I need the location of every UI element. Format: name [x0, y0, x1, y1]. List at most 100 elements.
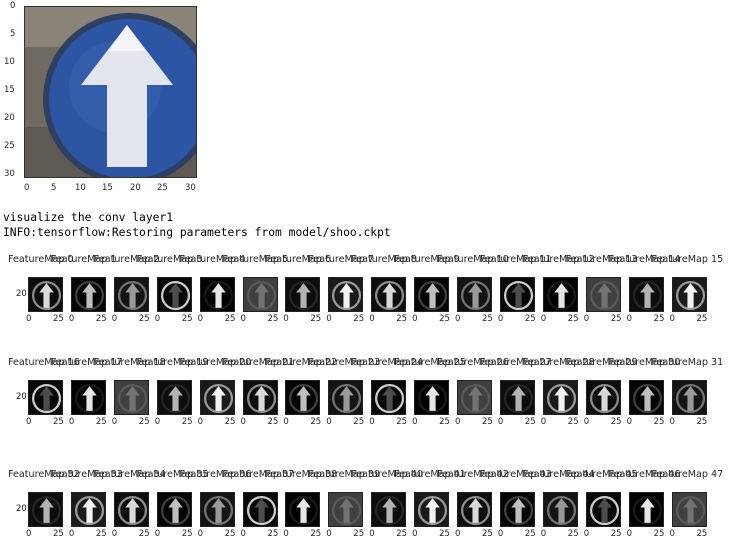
feature-map-activation: [500, 381, 534, 414]
feature-map-activation: [543, 278, 577, 311]
x-tick: 25: [310, 417, 322, 427]
feature-map-activation: [29, 493, 62, 526]
x-tick: 0: [583, 529, 590, 539]
x-tick: 25: [353, 529, 365, 539]
x-tick: 25: [653, 417, 665, 427]
feature-map-image: [285, 492, 321, 527]
feature-map-activation: [372, 381, 406, 414]
x-tick: 25: [267, 417, 279, 427]
feature-map-image: [156, 492, 192, 527]
x-tick: 0: [583, 417, 590, 427]
x-tick: 25: [482, 314, 493, 324]
feature-map-activation: [458, 278, 491, 311]
x-tick: 25: [181, 529, 193, 539]
x-tick: 0: [68, 314, 75, 324]
x-tick: 25: [310, 314, 322, 324]
x-tick: 0: [455, 314, 461, 324]
x-tick: 25: [482, 529, 493, 539]
feature-map-image: [156, 277, 192, 312]
x-tick: 25: [482, 417, 493, 427]
feature-map-image: [585, 492, 621, 527]
feature-map-activation: [672, 278, 706, 311]
feature-map-activation: [543, 381, 577, 414]
x-tick: 0: [283, 529, 289, 539]
x-tick: 25: [353, 417, 365, 427]
feature-map-image: [628, 492, 664, 527]
y-tick: 20: [16, 289, 27, 299]
x-tick: 0: [154, 314, 161, 324]
x-tick: 0: [455, 417, 461, 427]
x-tick: 25: [567, 529, 579, 539]
x-tick: 25: [267, 529, 279, 539]
feature-map-activation: [500, 278, 534, 311]
feature-map-activation: [415, 381, 449, 414]
feature-map-image: [542, 492, 578, 527]
x-tick: 25: [138, 314, 150, 324]
feature-map-image: [457, 277, 492, 312]
feature-map-activation: [415, 278, 449, 311]
feature-map-activation: [543, 493, 577, 526]
feature-map-activation: [629, 493, 663, 526]
x-tick: 0: [26, 314, 32, 324]
x-tick: 25: [439, 417, 450, 427]
feature-map-image: [628, 380, 664, 415]
x-tick: 25: [696, 529, 708, 539]
feature-map-title: FeatureMap 31: [651, 357, 724, 368]
feature-map-activation: [586, 381, 620, 414]
feature-map-activation: [286, 493, 320, 526]
x-tick: 25: [138, 529, 150, 539]
feature-map-image: [285, 277, 321, 312]
x-tick: 25: [224, 417, 236, 427]
feature-map-activation: [200, 381, 234, 414]
feature-map-activation: [114, 381, 148, 414]
x-tick: 25: [396, 314, 408, 324]
x-tick: 0: [669, 529, 675, 539]
feature-map-activation: [71, 278, 105, 311]
feature-map-activation: [71, 381, 105, 414]
x-tick: 0: [68, 529, 75, 539]
x-tick: 25: [524, 417, 536, 427]
x-tick: 0: [412, 417, 418, 427]
x-tick: 0: [240, 417, 246, 427]
x-tick: 0: [326, 314, 332, 324]
feature-map-activation: [329, 278, 363, 311]
feature-map-image: [285, 380, 321, 415]
x-tick: 25: [567, 314, 579, 324]
feature-map-image: [499, 380, 535, 415]
x-tick: 0: [240, 529, 246, 539]
x-tick: 0: [111, 314, 118, 324]
feature-map-activation: [500, 493, 534, 526]
feature-map-image: [371, 492, 407, 527]
y-tick: 20: [16, 392, 27, 402]
x-tick: 0: [283, 314, 289, 324]
x-tick: 0: [497, 417, 504, 427]
x-tick: 25: [53, 314, 64, 324]
feature-map-image: [113, 277, 149, 312]
feature-map-activation: [586, 493, 620, 526]
x-tick: 0: [283, 417, 289, 427]
feature-map-image: [542, 277, 578, 312]
feature-map-image: [371, 277, 407, 312]
feature-map-activation: [157, 278, 191, 311]
x-tick: 25: [138, 417, 150, 427]
x-tick: 25: [439, 314, 450, 324]
feature-map-activation: [71, 493, 105, 526]
feature-map-activation: [114, 278, 148, 311]
feature-map-image: [671, 380, 707, 415]
feature-map-image: [457, 492, 492, 527]
feature-map-activation: [29, 278, 62, 311]
x-tick: 25: [439, 529, 450, 539]
feature-map-image: [242, 492, 278, 527]
x-tick: 0: [240, 314, 246, 324]
feature-map-activation: [329, 493, 363, 526]
x-tick: 25: [696, 417, 708, 427]
x-tick: 25: [53, 417, 64, 427]
x-tick: 25: [524, 314, 536, 324]
x-tick: 25: [524, 529, 536, 539]
feature-map-image: [499, 277, 535, 312]
feature-map-image: [414, 277, 450, 312]
feature-map-activation: [458, 381, 491, 414]
feature-map-activation: [672, 493, 706, 526]
feature-map-activation: [458, 493, 491, 526]
x-tick: 25: [610, 529, 622, 539]
